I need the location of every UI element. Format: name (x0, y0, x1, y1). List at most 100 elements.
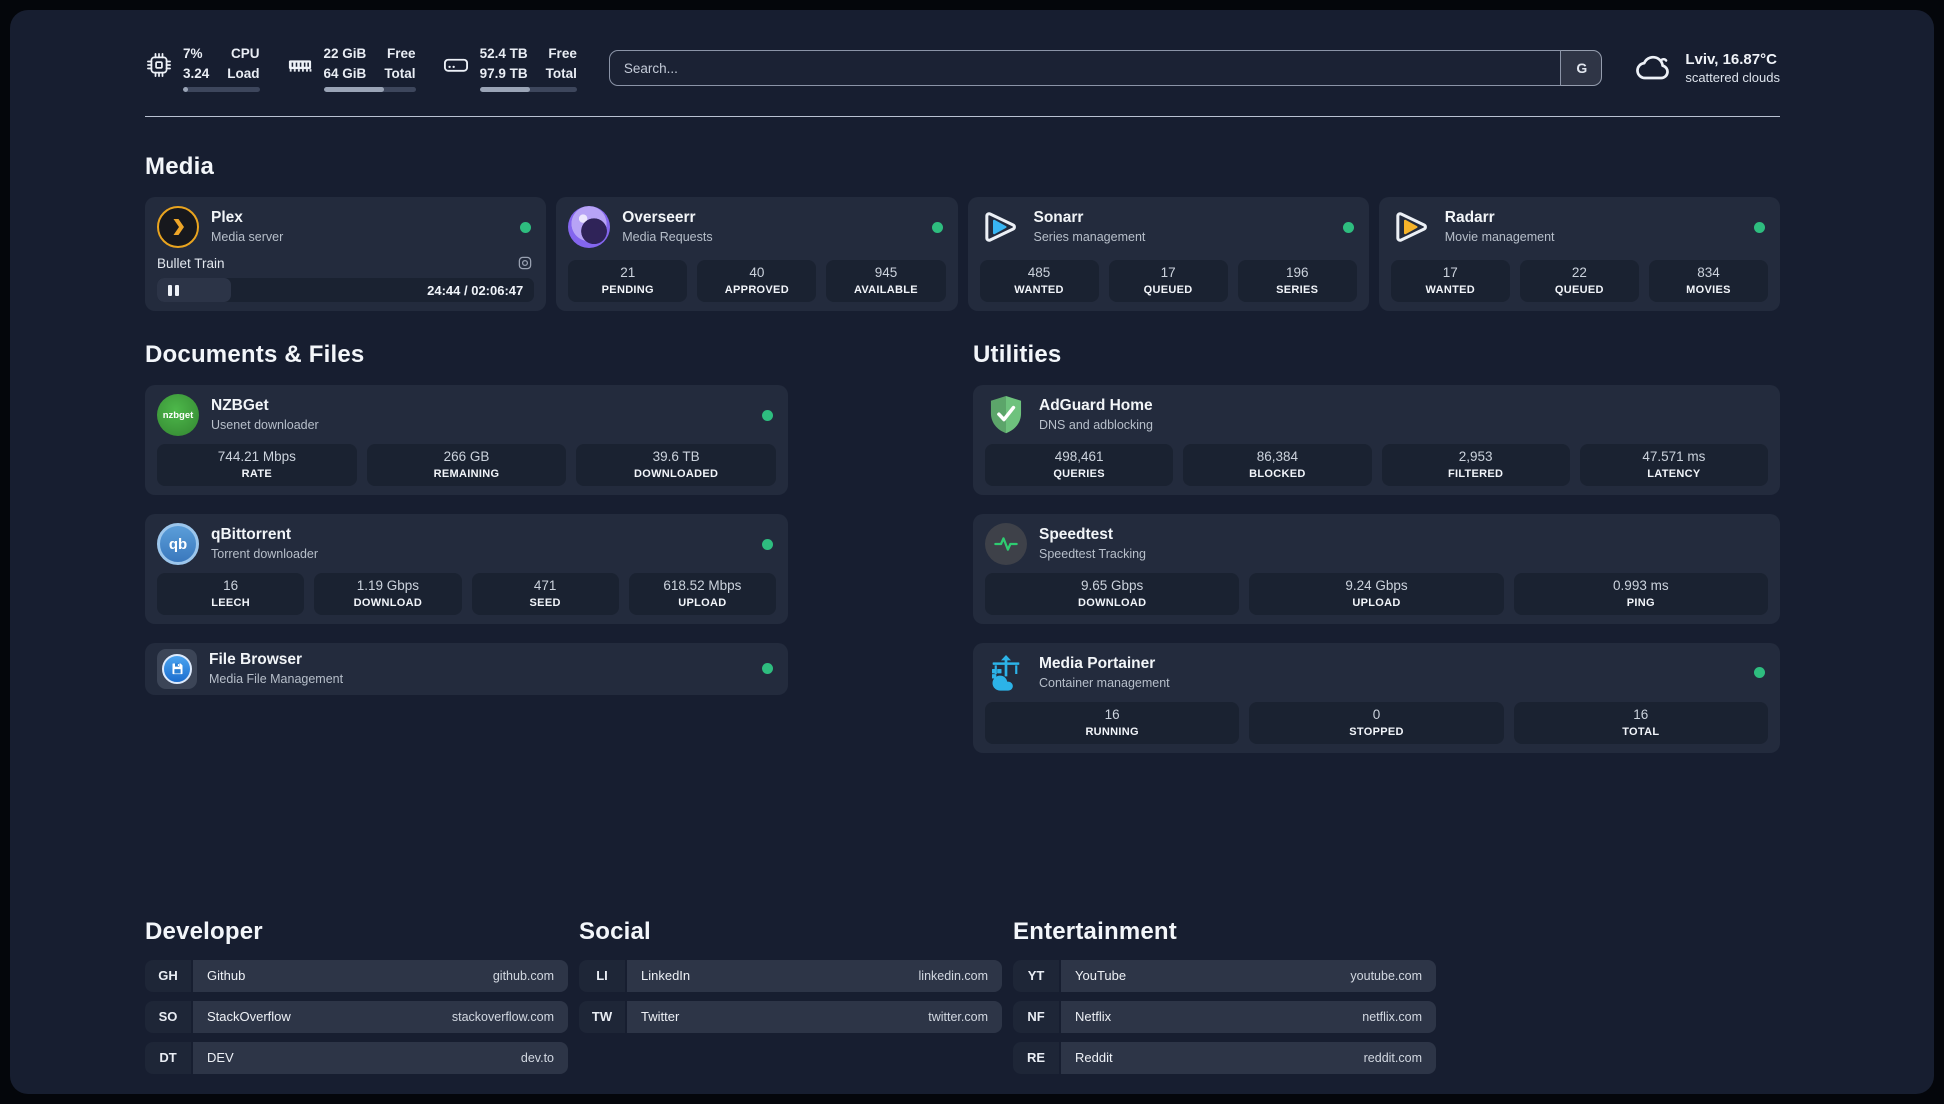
bookmark-body: Netflix netflix.com (1061, 1000, 1436, 1033)
app-subtitle: Media server (211, 229, 284, 244)
bookmark-netflix[interactable]: NF Netflix netflix.com (1013, 1000, 1436, 1033)
filebrowser-icon (157, 648, 197, 689)
status-dot (762, 663, 773, 675)
search-engine-badge[interactable]: G (1560, 50, 1603, 87)
gear-icon[interactable] (516, 254, 534, 272)
app-card-radarr[interactable]: Radarr Movie management 17 WANTED 22 QUE… (1378, 197, 1780, 312)
stat-movies: 834 MOVIES (1648, 260, 1768, 303)
bookmark-twitter[interactable]: TW Twitter twitter.com (579, 1000, 1002, 1033)
top-bar: 7% CPU 3.24 Load 22 GiB Free 64 GiB Tota… (145, 10, 1780, 93)
app-card-nzbget[interactable]: nzbget NZBGet Usenet downloader 744.21 M… (145, 385, 788, 495)
bookmark-name: Reddit (1075, 1050, 1113, 1066)
bookmark-youtube[interactable]: YT YouTube youtube.com (1013, 959, 1436, 992)
section-documents: Documents & Files nzbget NZBGet Usenet d… (145, 341, 788, 753)
cpu-usage-value: 7% (183, 46, 203, 61)
search-input[interactable] (608, 50, 1603, 87)
app-name: Overseerr (622, 209, 696, 227)
bookmark-url: github.com (492, 968, 554, 983)
bookmark-name: DEV (207, 1050, 234, 1066)
cpu-load-label: Load (227, 65, 260, 81)
cpu-widget: 7% CPU 3.24 Load (145, 44, 260, 93)
app-card-speedtest[interactable]: Speedtest Speedtest Tracking 9.65 Gbps D… (973, 514, 1780, 624)
disk-free-label: Free (548, 46, 577, 61)
ram-free-value: 22 GiB (323, 46, 367, 61)
bookmark-linkedin[interactable]: LI LinkedIn linkedin.com (579, 959, 1002, 992)
stat-rate: 744.21 Mbps RATE (157, 444, 357, 486)
speedtest-pulse-icon (985, 523, 1027, 565)
bookmark-name: StackOverflow (207, 1009, 291, 1025)
ram-icon (286, 51, 314, 79)
bookmark-github[interactable]: GH Github github.com (145, 959, 568, 992)
stat-upload: 618.52 Mbps UPLOAD (628, 573, 776, 615)
adguard-shield-icon (985, 394, 1027, 436)
app-card-sonarr[interactable]: Sonarr Series management 485 WANTED 17 Q… (967, 197, 1369, 312)
utilities-section-title: Utilities (973, 341, 1062, 369)
bookmark-reddit[interactable]: RE Reddit reddit.com (1013, 1041, 1436, 1074)
status-dot (931, 221, 943, 233)
stat-download: 1.19 Gbps DOWNLOAD (314, 573, 462, 615)
cpu-icon (145, 51, 173, 79)
app-name: Plex (211, 209, 243, 227)
stat-seed: 471 SEED (471, 573, 619, 615)
bookmark-body: Github github.com (193, 959, 568, 992)
search-bar: G (608, 50, 1603, 87)
bookmark-body: Twitter twitter.com (627, 1000, 1002, 1033)
playback-time: 24:44 / 02:06:47 (427, 282, 524, 298)
pause-icon[interactable] (168, 284, 179, 296)
app-name: Speedtest (1039, 526, 1114, 544)
app-card-plex[interactable]: Plex Media server Bullet Train 24:44 / 0… (145, 197, 547, 312)
cloud-icon (1634, 50, 1674, 87)
bookmark-name: YouTube (1075, 968, 1127, 984)
bookmark-name: LinkedIn (641, 968, 691, 984)
app-subtitle: Movie management (1444, 229, 1555, 244)
now-playing-title: Bullet Train (157, 255, 225, 271)
stat-stopped: 0 STOPPED (1249, 701, 1504, 744)
portainer-crane-icon (985, 652, 1027, 694)
bookmark-url: linkedin.com (918, 968, 988, 983)
app-card-portainer[interactable]: Media Portainer Container management 16 … (973, 642, 1780, 753)
documents-section-title: Documents & Files (145, 341, 365, 369)
disk-total-label: Total (545, 65, 577, 81)
section-utilities: Utilities AdGuard Home DNS and adblockin… (973, 341, 1780, 753)
status-dot (762, 409, 773, 421)
stat-download: 9.65 Gbps DOWNLOAD (985, 573, 1240, 615)
app-name: Sonarr (1033, 209, 1084, 227)
qbittorrent-icon: qb (157, 523, 199, 565)
bookmark-abbr: SO (145, 1000, 191, 1033)
app-subtitle: Media File Management (209, 671, 344, 686)
bookmark-url: reddit.com (1363, 1050, 1422, 1065)
sonarr-icon (980, 206, 1022, 248)
bookmark-body: YouTube youtube.com (1061, 959, 1436, 992)
app-subtitle: Speedtest Tracking (1039, 546, 1147, 561)
app-card-adguard[interactable]: AdGuard Home DNS and adblocking 498,461 … (973, 385, 1780, 495)
stat-downloaded: 39.6 TB DOWNLOADED (576, 444, 776, 486)
nzbget-icon: nzbget (157, 394, 199, 437)
stat-latency: 47.571 ms LATENCY (1579, 444, 1768, 486)
app-name: Media Portainer (1039, 655, 1156, 673)
bookmark-abbr: YT (1013, 959, 1059, 992)
ram-total-value: 64 GiB (323, 65, 367, 81)
app-card-qbittorrent[interactable]: qb qBittorrent Torrent downloader 16 LEE… (145, 514, 788, 624)
app-card-filebrowser[interactable]: File Browser Media File Management (145, 642, 788, 695)
disk-free-value: 52.4 TB (479, 46, 528, 61)
app-subtitle: Media Requests (622, 229, 713, 244)
stat-wanted: 17 WANTED (1390, 260, 1510, 303)
stat-queries: 498,461 QUERIES (985, 444, 1174, 486)
status-dot (762, 538, 773, 550)
header-divider (145, 116, 1780, 118)
cpu-load-value: 3.24 (183, 65, 210, 81)
bookmark-url: twitter.com (928, 1009, 988, 1024)
developer-section-title: Developer (145, 917, 263, 945)
stat-running: 16 RUNNING (985, 701, 1240, 744)
stat-wanted: 485 WANTED (979, 260, 1099, 303)
ram-free-label: Free (387, 46, 416, 61)
status-dot (1342, 221, 1354, 233)
playback-progress-bar[interactable]: 24:44 / 02:06:47 (157, 278, 535, 303)
bookmark-abbr: RE (1013, 1041, 1059, 1074)
app-name: File Browser (209, 651, 303, 669)
stat-ping: 0.993 ms PING (1513, 573, 1768, 615)
bookmark-body: LinkedIn linkedin.com (627, 959, 1002, 992)
bookmark-stackoverflow[interactable]: SO StackOverflow stackoverflow.com (145, 1000, 568, 1033)
app-card-overseerr[interactable]: Overseerr Media Requests 21 PENDING 40 A… (556, 197, 958, 312)
bookmark-dev-to[interactable]: DT DEV dev.to (145, 1041, 568, 1074)
